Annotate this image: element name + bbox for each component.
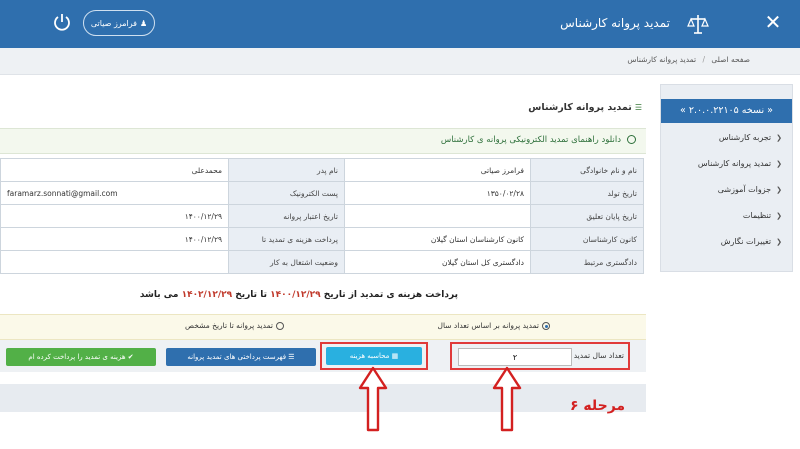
list-icon: ☰: [288, 353, 295, 361]
table-cell: faramarz.sonnati@gmail.com: [0, 181, 229, 205]
table-cell-label: تاریخ تولد: [530, 181, 644, 205]
table-cell-label: نام پدر: [228, 158, 345, 182]
info-table: محمدعلی نام پدر فرامرز صیاتی نام و نام خ…: [0, 158, 644, 274]
table-cell-label: پست الکترونیک: [228, 181, 345, 205]
renewal-mode-row: تمدید پروانه بر اساس تعداد سال تمدید پرو…: [0, 314, 646, 340]
table-cell: [344, 204, 531, 228]
table-cell-label: کانون کارشناسان: [530, 227, 644, 251]
payment-from-date: ۱۴۰۰/۱۲/۲۹: [270, 290, 321, 300]
table-row: faramarz.sonnati@gmail.com پست الکترونیک…: [0, 181, 644, 205]
table-cell: ۱۴۰۰/۱۲/۲۹: [0, 227, 229, 251]
list-icon: ☰: [634, 103, 642, 112]
sidebar: « نسخه ۲.۰.۰.۲۲۱۰۵ » ❮تجربه کارشناس ❮تمد…: [660, 84, 793, 272]
sidebar-item-experience[interactable]: ❮تجربه کارشناس: [719, 133, 782, 142]
power-icon[interactable]: [52, 12, 72, 32]
scales-icon: [687, 15, 709, 34]
table-row: وضعیت اشتغال به کار دادگستری کل استان گی…: [0, 250, 644, 274]
paid-confirm-button[interactable]: ✔ هزینه ی تمدید را پرداخت کرده ام: [6, 348, 156, 366]
table-cell-label: وضعیت اشتغال به کار: [228, 250, 345, 274]
radio-selected-icon: [542, 322, 550, 330]
table-cell: ۱۴۰۰/۱۲/۲۹: [0, 204, 229, 228]
table-cell-label: دادگستری مرتبط: [530, 250, 644, 274]
sidebar-item-settings[interactable]: ❮تنظیمات: [743, 211, 782, 220]
main-panel: ☰تمدید پروانه کارشناس دانلود راهنمای تمد…: [0, 92, 646, 412]
check-icon: ✔: [127, 353, 134, 361]
guide-bar: دانلود راهنمای تمدید الکترونیکی پروانه ی…: [0, 128, 646, 154]
breadcrumb-current: تمدید پروانه کارشناس: [627, 55, 697, 64]
table-cell: [0, 250, 229, 274]
chevron-left-icon: ❮: [776, 212, 782, 220]
table-cell-label: نام و نام خانوادگی: [530, 158, 644, 182]
table-cell-label: تاریخ اعتبار پروانه: [228, 204, 345, 228]
sidebar-item-changelog[interactable]: ❮تغییرات نگارش: [721, 237, 782, 246]
table-cell: محمدعلی: [0, 158, 229, 182]
years-highlight-box: تعداد سال تمدید: [450, 342, 630, 370]
radio-empty-icon: [276, 322, 284, 330]
breadcrumb: صفحه اصلی / تمدید پروانه کارشناس: [627, 55, 750, 64]
table-cell: کانون کارشناسان استان گیلان: [344, 227, 531, 251]
table-cell: فرامرز صیاتی: [344, 158, 531, 182]
table-row: ۱۴۰۰/۱۲/۲۹ پرداخت هزینه ی تمدید تا کانون…: [0, 227, 644, 251]
table-cell: دادگستری کل استان گیلان: [344, 250, 531, 274]
radio-by-years[interactable]: تمدید پروانه بر اساس تعداد سال: [438, 321, 550, 330]
years-label: تعداد سال تمدید: [573, 351, 624, 360]
calculate-cost-button[interactable]: ▦ محاسبه هزینه: [326, 347, 422, 365]
chevron-left-icon: ❮: [776, 186, 782, 194]
sidebar-item-renewal[interactable]: ❮تمدید پروانه کارشناس: [698, 159, 782, 168]
sidebar-item-training[interactable]: ❮جزوات آموزشی: [718, 185, 782, 194]
chevron-left-icon: ❮: [776, 160, 782, 168]
step-label: مرحله ۶: [570, 398, 626, 414]
payment-to-date: ۱۴۰۲/۱۲/۲۹: [181, 290, 233, 300]
guide-download-link[interactable]: دانلود راهنمای تمدید الکترونیکی پروانه ی…: [441, 135, 636, 145]
radio-by-date[interactable]: تمدید پروانه تا تاریخ مشخص: [185, 321, 284, 330]
top-bar: ✕ تمدید پروانه کارشناس ♟ فرامرز صیاتی: [0, 0, 800, 48]
chevron-left-icon: ❮: [776, 134, 782, 142]
up-arrow-icon: [492, 366, 522, 432]
user-menu-button[interactable]: ♟ فرامرز صیاتی: [83, 10, 155, 36]
page-title: ☰تمدید پروانه کارشناس: [528, 102, 642, 113]
user-name: فرامرز صیاتی: [90, 18, 137, 28]
payments-list-button[interactable]: ☰ فهرست پرداختی های تمدید پروانه: [166, 348, 316, 366]
table-cell-label: پرداخت هزینه ی تمدید تا: [228, 227, 345, 251]
radio-dot-icon: [627, 135, 636, 144]
table-row: ۱۴۰۰/۱۲/۲۹ تاریخ اعتبار پروانه تاریخ پای…: [0, 204, 644, 228]
years-input[interactable]: [458, 348, 572, 366]
close-icon[interactable]: ✕: [762, 10, 784, 34]
table-cell-label: تاریخ پایان تعلیق: [530, 204, 644, 228]
payment-period-text: پرداخت هزینه ی تمدید از تاریخ ۱۴۰۰/۱۲/۲۹…: [139, 290, 458, 300]
calculator-icon: ▦: [391, 352, 399, 360]
chevron-left-icon: ❮: [776, 238, 782, 246]
user-icon: ♟: [139, 18, 148, 28]
up-arrow-icon: [358, 366, 388, 432]
table-cell: ۱۳۵۰/۰۲/۲۸: [344, 181, 531, 205]
footer-band: [0, 384, 646, 412]
table-row: محمدعلی نام پدر فرامرز صیاتی نام و نام خ…: [0, 158, 644, 182]
app-title: تمدید پروانه کارشناس: [560, 16, 670, 30]
version-badge: « نسخه ۲.۰.۰.۲۲۱۰۵ »: [661, 99, 792, 123]
breadcrumb-home[interactable]: صفحه اصلی: [711, 55, 750, 64]
